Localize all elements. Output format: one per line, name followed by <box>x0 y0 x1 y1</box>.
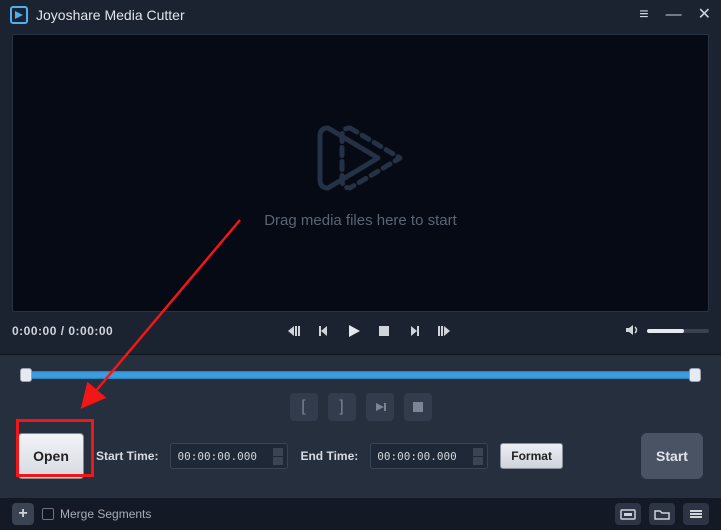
time-readout: 0:00:00 / 0:00:00 <box>12 324 113 338</box>
step-forward-frame-button[interactable] <box>435 322 453 340</box>
stop-button[interactable] <box>375 322 393 340</box>
merge-segments-checkbox[interactable]: Merge Segments <box>42 507 151 521</box>
add-segment-button[interactable]: + <box>12 503 34 525</box>
drop-logo-icon <box>306 118 416 198</box>
step-back-frame-button[interactable] <box>285 322 303 340</box>
selection-handle-right[interactable] <box>689 368 701 382</box>
checkbox-box <box>42 508 54 520</box>
end-time-spinner[interactable] <box>473 448 483 465</box>
play-button[interactable] <box>345 322 363 340</box>
open-button[interactable]: Open <box>18 433 84 479</box>
close-button[interactable]: ✕ <box>698 7 711 23</box>
end-time-input[interactable]: 00:00:00.000 <box>370 443 488 469</box>
merge-segments-label: Merge Segments <box>60 507 151 521</box>
screenshot-icon[interactable] <box>615 503 641 525</box>
volume-slider[interactable] <box>647 329 709 333</box>
next-button[interactable] <box>405 322 423 340</box>
timeline-selection[interactable] <box>26 371 695 379</box>
minimize-button[interactable]: — <box>666 7 682 23</box>
preview-segment-button[interactable] <box>366 393 394 421</box>
set-start-bracket-button[interactable]: [ <box>290 393 318 421</box>
volume-icon[interactable] <box>625 323 641 340</box>
stop-segment-button[interactable] <box>404 393 432 421</box>
end-time-value: 00:00:00.000 <box>377 450 456 463</box>
app-title: Joyoshare Media Cutter <box>36 7 185 23</box>
drop-hint-text: Drag media files here to start <box>264 212 457 229</box>
start-time-spinner[interactable] <box>273 448 283 465</box>
start-button[interactable]: Start <box>641 433 703 479</box>
set-end-bracket-button[interactable]: ] <box>328 393 356 421</box>
start-time-input[interactable]: 00:00:00.000 <box>170 443 288 469</box>
selection-handle-left[interactable] <box>20 368 32 382</box>
end-time-label: End Time: <box>300 449 358 463</box>
menu-icon[interactable]: ≡ <box>639 7 649 23</box>
list-icon[interactable] <box>683 503 709 525</box>
start-time-value: 00:00:00.000 <box>177 450 256 463</box>
video-preview[interactable]: Drag media files here to start <box>12 34 709 312</box>
format-button[interactable]: Format <box>500 443 563 469</box>
start-time-label: Start Time: <box>96 449 158 463</box>
app-logo-icon <box>10 6 28 24</box>
prev-button[interactable] <box>315 322 333 340</box>
open-folder-icon[interactable] <box>649 503 675 525</box>
